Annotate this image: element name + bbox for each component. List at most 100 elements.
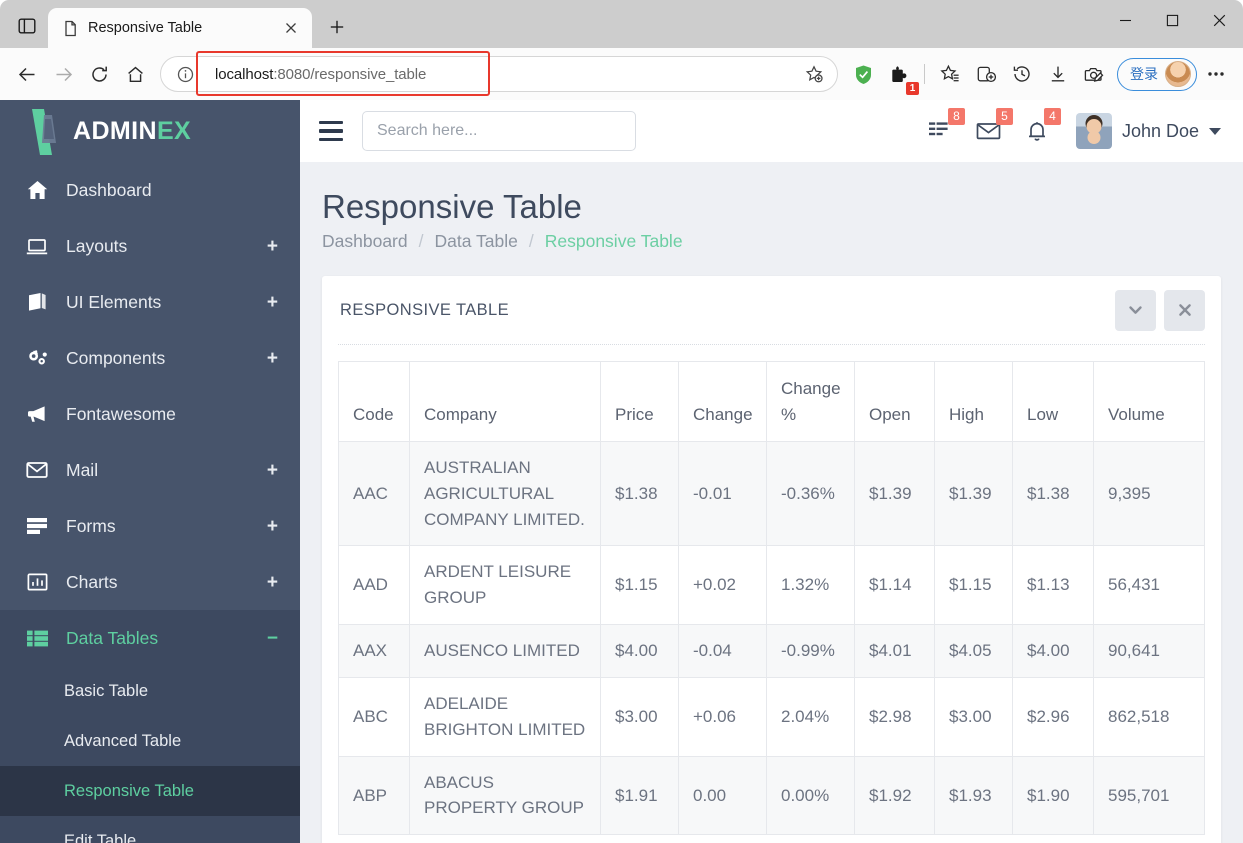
search-input[interactable] [377,122,621,140]
tasks-badge: 8 [947,108,965,125]
card-close-button[interactable] [1164,289,1205,331]
cell-volume: 595,701 [1093,755,1205,836]
column-header-company[interactable]: Company [409,361,601,442]
brand-name: ADMINEX [73,116,192,145]
forward-arrow-icon[interactable] [46,57,80,91]
column-header-price[interactable]: Price [600,361,679,442]
sidebar-subitem-basic-table[interactable]: Basic Table [0,666,300,716]
cell-change: 0.00 [678,755,767,836]
home-icon[interactable] [118,57,152,91]
column-header-change[interactable]: Change [678,361,767,442]
sidebar-item-forms[interactable]: Forms + [0,498,300,554]
column-header-change-pct[interactable]: Change % [766,361,855,442]
sidebar-item-dashboard[interactable]: Dashboard [0,162,300,218]
book-icon [26,292,48,312]
url-text[interactable]: localhost:8080/responsive_table [203,66,793,83]
sidebar-item-data-tables[interactable]: Data Tables − [0,610,300,666]
column-header-high[interactable]: High [934,361,1013,442]
expand-toggle[interactable]: + [267,349,278,368]
tab-overview-icon[interactable] [12,11,42,41]
info-circle-icon[interactable] [171,60,199,88]
user-menu[interactable]: John Doe [1075,113,1221,149]
avatar [1075,113,1112,149]
search-input-wrapper[interactable] [362,111,636,151]
sidebar-subitem-responsive-table[interactable]: Responsive Table [0,766,300,816]
refresh-icon[interactable] [82,57,116,91]
cell-code: ABP [338,755,410,836]
browser-essentials-icon[interactable] [969,57,1003,91]
cell-price: $1.91 [600,755,679,836]
cell-volume: 90,641 [1093,624,1205,678]
new-tab-button[interactable] [320,10,354,44]
adblock-shield-icon[interactable] [846,57,880,91]
sidebar-subitem-advanced-table[interactable]: Advanced Table [0,716,300,766]
column-header-code[interactable]: Code [338,361,410,442]
add-favorite-star-icon[interactable] [797,57,831,91]
expand-toggle[interactable]: + [267,293,278,312]
table-row[interactable]: ABC ADELAIDE BRIGHTON LIMITED $3.00 +0.0… [338,676,1205,757]
back-arrow-icon[interactable] [10,57,44,91]
close-window-button[interactable] [1196,0,1243,40]
sidebar-item-ui-elements[interactable]: UI Elements + [0,274,300,330]
table-row[interactable]: AAC AUSTRALIAN AGRICULTURAL COMPANY LIMI… [338,440,1205,547]
envelope-icon[interactable]: 5 [976,108,1013,144]
close-icon[interactable] [278,15,304,41]
downloads-arrow-icon[interactable] [1041,57,1075,91]
chevron-down-icon[interactable] [1209,127,1221,135]
expand-toggle[interactable]: + [267,237,278,256]
sidebar-item-components[interactable]: Components + [0,330,300,386]
card-collapse-button[interactable] [1115,289,1156,331]
expand-toggle[interactable]: + [267,461,278,480]
cell-low: $1.90 [1012,755,1094,836]
signin-button[interactable]: 登录 [1117,57,1197,91]
signin-label: 登录 [1130,66,1158,82]
history-clock-icon[interactable] [1005,57,1039,91]
expand-toggle[interactable]: + [267,517,278,536]
column-header-volume[interactable]: Volume [1093,361,1205,442]
sidebar-item-label: Data Tables [66,627,159,648]
cell-low: $1.38 [1012,440,1094,547]
cell-high: $3.00 [934,676,1013,757]
messages-badge: 5 [995,108,1013,125]
breadcrumb-item-data-table[interactable]: Data Table [435,231,518,252]
cell-code: AAD [338,545,410,626]
address-bar[interactable]: localhost:8080/responsive_table [160,56,838,92]
hamburger-menu-icon[interactable] [300,120,362,142]
screenshot-capture-icon[interactable] [1077,57,1111,91]
sidebar-item-charts[interactable]: Charts + [0,554,300,610]
page-content: Responsive Table Dashboard / Data Table … [300,162,1243,843]
table-row[interactable]: AAD ARDENT LEISURE GROUP $1.15 +0.02 1.3… [338,545,1205,626]
extension-puzzle-icon[interactable]: 1 [882,57,919,95]
expand-toggle[interactable]: + [267,573,278,592]
sidebar-submenu-data-tables: Basic Table Advanced Table Responsive Ta… [0,666,300,843]
breadcrumb-item-dashboard[interactable]: Dashboard [322,231,408,252]
cell-code: ABC [338,676,410,757]
sidebar-item-fontawesome[interactable]: Fontawesome [0,386,300,442]
minimize-button[interactable] [1102,0,1149,40]
notifications-badge: 4 [1043,108,1061,125]
bell-icon[interactable]: 4 [1024,108,1061,144]
expand-toggle[interactable]: − [267,629,278,648]
maximize-button[interactable] [1149,0,1196,40]
table-row[interactable]: AAX AUSENCO LIMITED $4.00 -0.04 -0.99% $… [338,624,1205,678]
column-header-low[interactable]: Low [1012,361,1094,442]
card-body: Code Company Price Change Change % Open … [322,345,1221,843]
more-options-icon[interactable] [1199,57,1233,91]
brand-logo[interactable]: ADMINEX [0,100,300,162]
cell-company: ADELAIDE BRIGHTON LIMITED [409,676,601,757]
sidebar-item-mail[interactable]: Mail + [0,442,300,498]
page-viewport: ADMINEX Dashboard Layouts + UI Elements … [0,100,1243,843]
breadcrumb-separator: / [528,231,534,251]
tasks-list-icon[interactable]: 8 [928,108,965,144]
favorites-list-icon[interactable] [933,57,967,91]
cell-high: $1.93 [934,755,1013,836]
cell-change-pct: 0.00% [766,755,855,836]
cell-high: $1.15 [934,545,1013,626]
address-bar-container: localhost:8080/responsive_table [160,51,838,96]
column-header-open[interactable]: Open [854,361,935,442]
table-row[interactable]: ABP ABACUS PROPERTY GROUP $1.91 0.00 0.0… [338,755,1205,836]
sidebar-subitem-edit-table[interactable]: Edit Table [0,816,300,843]
browser-tab[interactable]: Responsive Table [48,8,312,48]
sidebar-item-layouts[interactable]: Layouts + [0,218,300,274]
sidebar-nav: Dashboard Layouts + UI Elements + Compon… [0,162,300,843]
